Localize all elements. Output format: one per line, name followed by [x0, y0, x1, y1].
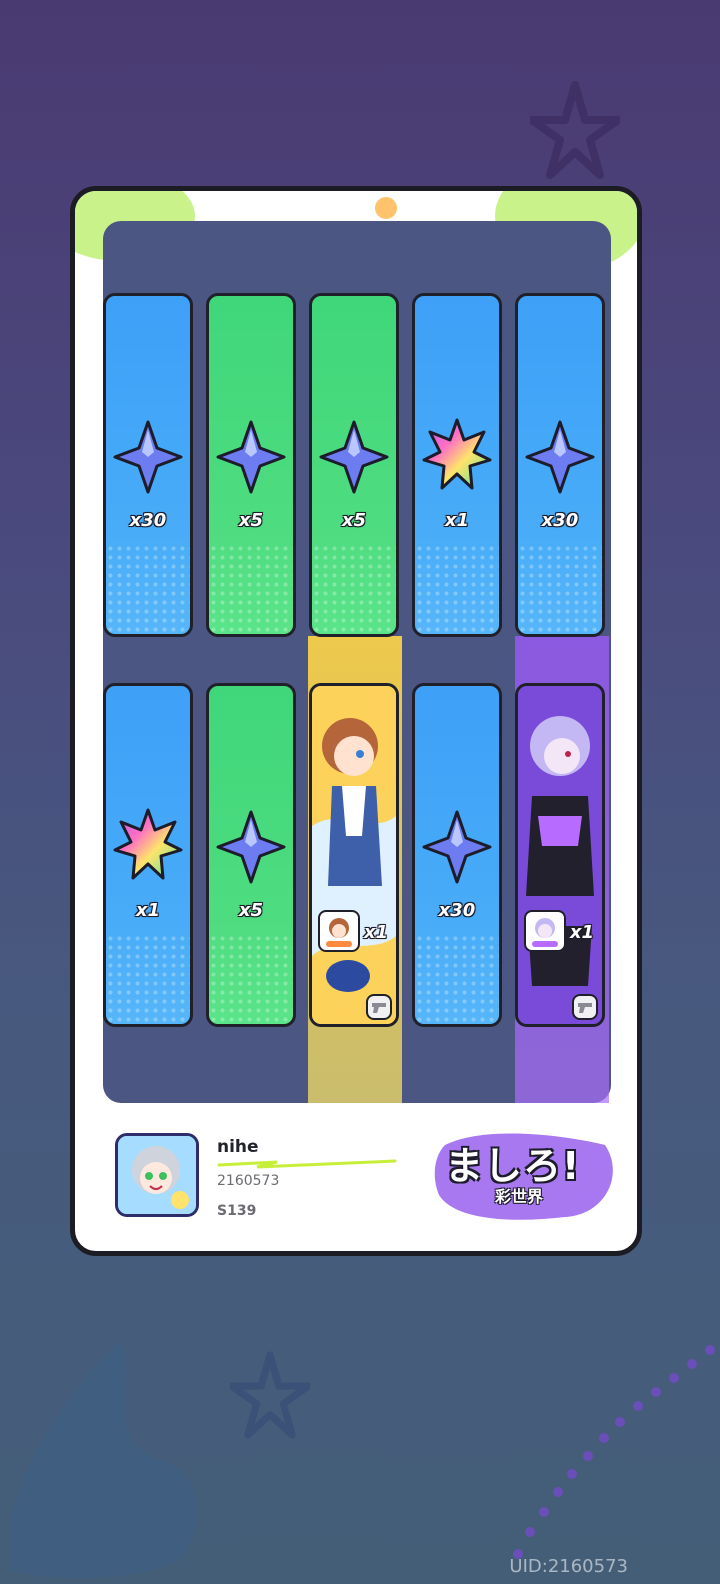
player-name: nihe [217, 1137, 259, 1157]
reward-quantity: x30 [541, 510, 579, 531]
reward-card[interactable]: x30 [515, 293, 605, 637]
character-badge [524, 910, 566, 952]
avatar [115, 1133, 199, 1217]
reward-board: x30 x5 x5 x1 x30 x1 x5 x1 x30 x1 [103, 221, 611, 1103]
reward-quantity: x30 [438, 900, 476, 921]
logo-subtitle: 彩世界 [495, 1187, 544, 1206]
character-reward-card[interactable]: x1 [515, 683, 605, 1027]
character-portrait [312, 686, 396, 1024]
player-id: 2160573 [217, 1173, 280, 1189]
reward-card[interactable]: x30 [412, 683, 502, 1027]
weapon-icon [572, 994, 598, 1020]
card-pattern [518, 544, 602, 634]
blue-star-crystal-icon [216, 810, 286, 884]
character-badge-icon [532, 918, 558, 947]
character-badge [318, 910, 360, 952]
card-pattern [312, 544, 396, 634]
reward-card[interactable]: x5 [206, 683, 296, 1027]
card-pattern [415, 544, 499, 634]
blue-star-crystal-icon [525, 420, 595, 494]
blue-star-crystal-icon [216, 420, 286, 494]
reward-card[interactable]: x5 [206, 293, 296, 637]
background-star-icon [530, 81, 620, 179]
background-star-icon [230, 1351, 310, 1439]
reward-quantity: x5 [341, 510, 367, 531]
card-pattern [209, 544, 293, 634]
background-dotted-arc [513, 1345, 715, 1559]
rainbow-leaf-crystal-icon [422, 418, 492, 490]
card-pattern [209, 934, 293, 1024]
reward-quantity: x1 [569, 922, 595, 943]
reward-card[interactable]: x1 [412, 293, 502, 637]
reward-quantity: x5 [238, 510, 264, 531]
reward-card[interactable]: x30 [103, 293, 193, 637]
server-label: S139 [217, 1203, 257, 1219]
card-pattern [106, 934, 190, 1024]
reward-quantity: x1 [135, 900, 161, 921]
character-badge-icon [326, 918, 352, 947]
character-reward-card[interactable]: x1 [309, 683, 399, 1027]
reward-card[interactable]: x1 [103, 683, 193, 1027]
name-underline-scribble [217, 1159, 397, 1169]
character-portrait [518, 686, 602, 1024]
blue-star-crystal-icon [319, 420, 389, 494]
reward-quantity: x30 [129, 510, 167, 531]
card-pattern [106, 544, 190, 634]
reward-quantity: x1 [444, 510, 470, 531]
weapon-icon [366, 994, 392, 1020]
reward-card[interactable]: x5 [309, 293, 399, 637]
splash-decoration [375, 197, 397, 219]
uid-label: UID:2160573 [509, 1556, 628, 1577]
avatar-portrait [118, 1136, 196, 1214]
logo-title: ましろ! [445, 1144, 581, 1188]
rainbow-leaf-crystal-icon [113, 808, 183, 880]
card-pattern [415, 934, 499, 1024]
reward-result-panel: x30 x5 x5 x1 x30 x1 x5 x1 x30 x1 nihe 21… [70, 186, 642, 1256]
reward-quantity: x5 [238, 900, 264, 921]
blue-star-crystal-icon [113, 420, 183, 494]
game-logo: ましろ! 彩世界 [425, 1125, 625, 1225]
background-splash [10, 1340, 198, 1579]
blue-star-crystal-icon [422, 810, 492, 884]
reward-quantity: x1 [363, 922, 389, 943]
